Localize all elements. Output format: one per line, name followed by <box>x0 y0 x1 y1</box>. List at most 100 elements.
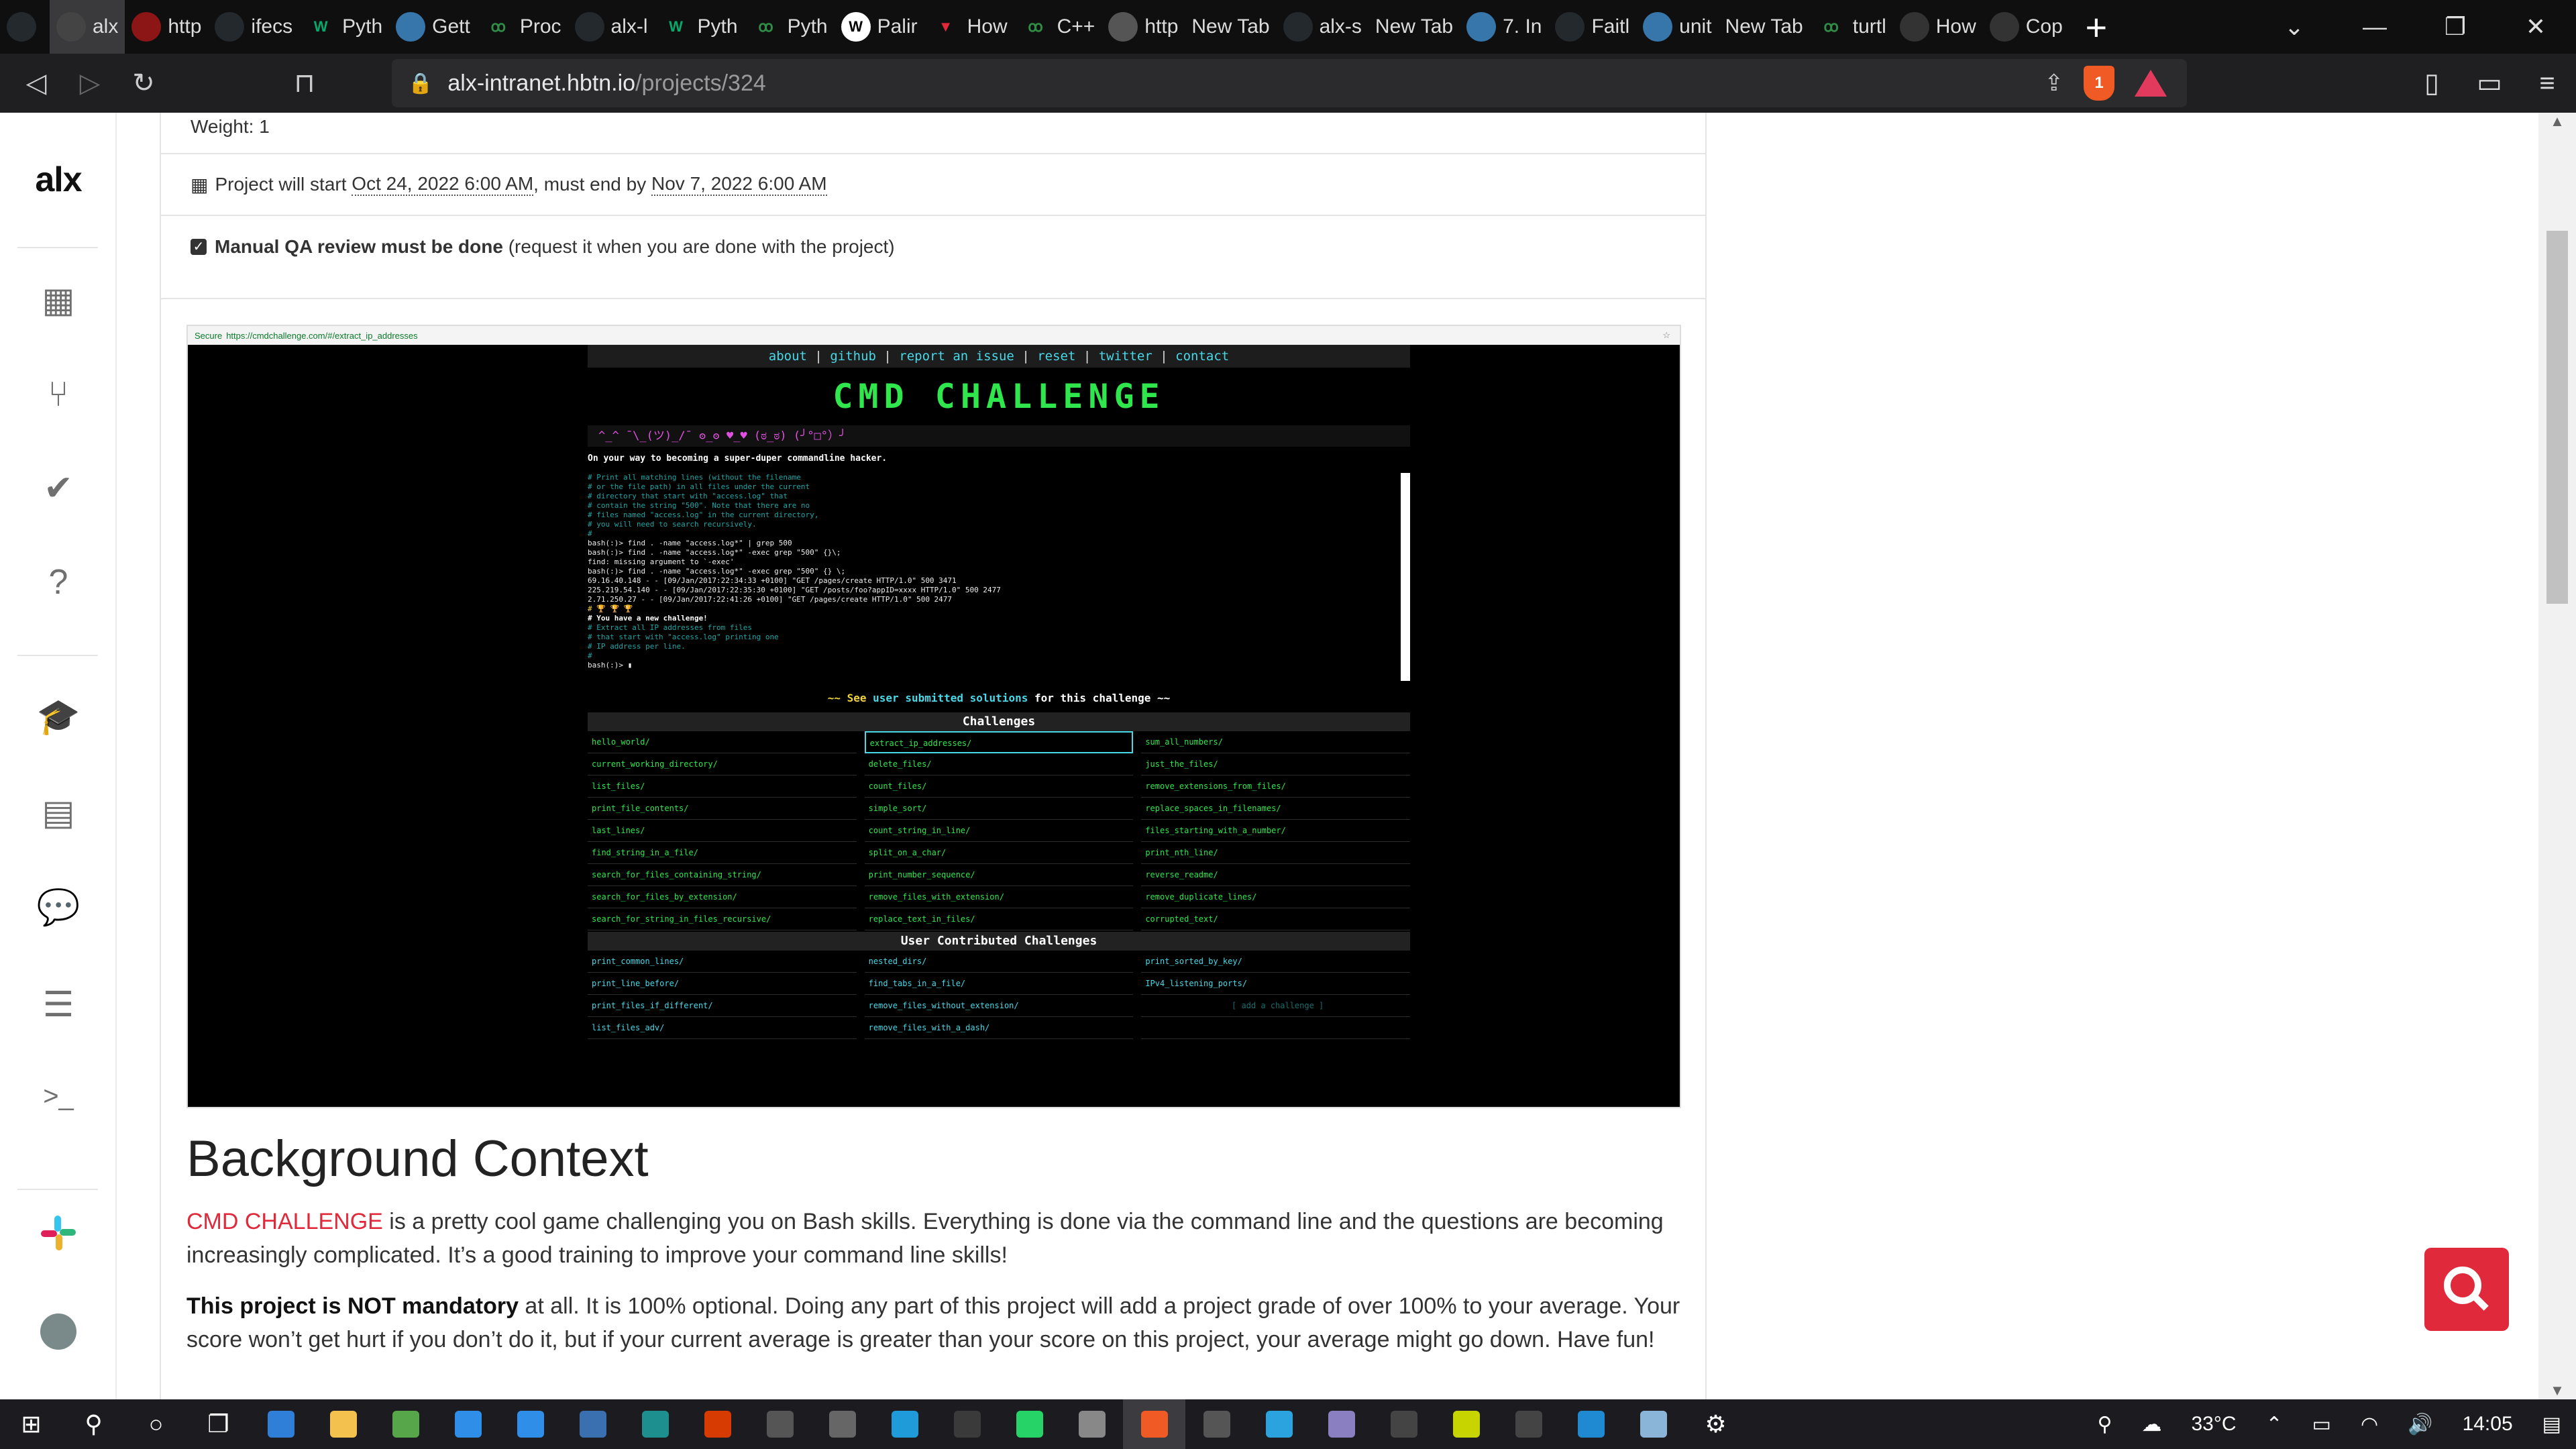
help-icon[interactable]: ? <box>0 562 117 602</box>
weather-temp[interactable]: 33°C <box>2176 1413 2251 1436</box>
browser-tab[interactable]: alx-l <box>568 0 655 54</box>
address-bar[interactable]: 🔒 alx-intranet.hbtn.io/projects/324 ⇪ 1 <box>392 59 2187 107</box>
browser-tab[interactable]: Gett <box>389 0 477 54</box>
app-icon[interactable] <box>561 1399 624 1449</box>
app-icon[interactable] <box>437 1399 499 1449</box>
keyboard-icon[interactable] <box>811 1399 873 1449</box>
browser-tab[interactable]: unit <box>1636 0 1718 54</box>
browser-tab[interactable]: How <box>1893 0 1983 54</box>
restore-button[interactable]: ❐ <box>2415 13 2496 41</box>
notepad-icon[interactable] <box>1622 1399 1684 1449</box>
document-icon[interactable]: ▤ <box>0 793 117 833</box>
terminal-icon[interactable]: >_ <box>0 1081 117 1112</box>
browser-tab[interactable]: New Tab <box>1185 0 1276 54</box>
battery-icon[interactable]: ▭ <box>2298 1413 2346 1436</box>
file-explorer-icon[interactable] <box>312 1399 374 1449</box>
app-icon[interactable] <box>936 1399 998 1449</box>
browser-tab[interactable]: ▼ How <box>924 0 1014 54</box>
browser-tab[interactable]: Faitl <box>1548 0 1636 54</box>
task-view-icon[interactable]: ❐ <box>187 1399 250 1449</box>
back-button[interactable]: ◁ <box>9 68 63 99</box>
search-button[interactable] <box>2424 1248 2509 1331</box>
tray-chevron-icon[interactable]: ⌃ <box>2251 1413 2298 1436</box>
sidebar-toggle-icon[interactable]: ▯ <box>2403 68 2461 99</box>
app-icon[interactable] <box>1310 1399 1373 1449</box>
search-icon[interactable]: ⚲ <box>62 1399 125 1449</box>
brave-icon[interactable] <box>1123 1399 1185 1449</box>
obs-icon[interactable] <box>1373 1399 1435 1449</box>
browser-tab[interactable]: 7. In <box>1460 0 1548 54</box>
browser-tab[interactable]: W Pyth <box>299 0 389 54</box>
brave-rewards-icon[interactable] <box>2135 70 2167 97</box>
windows-start-icon[interactable]: ⊞ <box>0 1399 62 1449</box>
branch-icon[interactable]: ⑂ <box>0 374 117 415</box>
app-icon[interactable] <box>1185 1399 1248 1449</box>
browser-tab[interactable]: ꝏ Pyth <box>745 0 835 54</box>
app-icon[interactable] <box>374 1399 437 1449</box>
cortana-icon[interactable]: ○ <box>125 1399 187 1449</box>
app-icon[interactable] <box>749 1399 811 1449</box>
challenge-item: remove_files_with_a_dash/ <box>864 1017 1134 1039</box>
qa-row: ✓ Manual QA review must be done (request… <box>161 216 1705 278</box>
vscode-icon[interactable] <box>1560 1399 1622 1449</box>
browser-tab[interactable]: ꝏ turtl <box>1810 0 1893 54</box>
volume-icon[interactable]: 🔊 <box>2393 1413 2447 1436</box>
telegram-icon[interactable] <box>1248 1399 1310 1449</box>
wallet-icon[interactable]: ▭ <box>2461 68 2518 99</box>
scroll-thumb[interactable] <box>2546 231 2568 604</box>
browser-tab[interactable]: ꝏ C++ <box>1014 0 1102 54</box>
store-icon[interactable] <box>250 1399 312 1449</box>
avatar[interactable] <box>0 1313 117 1350</box>
bookmark-icon[interactable]: ⊓ <box>278 68 331 99</box>
notifications-icon[interactable]: ▤ <box>2528 1413 2576 1436</box>
check-icon[interactable]: ✔ <box>0 468 117 508</box>
edge-icon[interactable] <box>873 1399 936 1449</box>
tab-search-chevron-icon[interactable]: ⌄ <box>2254 13 2334 41</box>
browser-tab[interactable]: Cop <box>1983 0 2070 54</box>
browser-tab[interactable]: New Tab <box>1719 0 1810 54</box>
terminal-icon[interactable] <box>1497 1399 1560 1449</box>
graduation-cap-icon[interactable]: 🎓 <box>0 696 117 737</box>
browser-tab[interactable]: ꝏ Proc <box>477 0 568 54</box>
people-icon[interactable]: ⚲ <box>2083 1413 2127 1436</box>
whatsapp-icon[interactable] <box>998 1399 1061 1449</box>
chat-icon[interactable]: 💬 <box>0 887 117 928</box>
cmd-challenge-link[interactable]: CMD CHALLENGE <box>186 1209 383 1234</box>
minimize-button[interactable]: — <box>2334 13 2415 41</box>
close-window-button[interactable]: ✕ <box>2496 13 2576 41</box>
scroll-up-arrow-icon[interactable]: ▲ <box>2538 113 2576 130</box>
browser-tab[interactable]: W Palir <box>835 0 924 54</box>
share-icon[interactable]: ⇪ <box>2045 70 2064 97</box>
clock[interactable]: 14:05 <box>2448 1413 2528 1436</box>
forward-button[interactable]: ▷ <box>63 68 117 99</box>
wifi-icon[interactable]: ◠ <box>2346 1413 2393 1436</box>
browser-tab[interactable]: W Pyth <box>655 0 745 54</box>
slack-icon[interactable] <box>1061 1399 1123 1449</box>
calendar-icon[interactable]: ▦ <box>0 280 117 321</box>
office-icon[interactable] <box>686 1399 749 1449</box>
new-tab-button[interactable]: + <box>2070 5 2123 49</box>
secure-label: Secure <box>195 330 223 341</box>
mail-icon[interactable] <box>499 1399 561 1449</box>
brave-shields-icon[interactable]: 1 <box>2084 66 2114 101</box>
server-icon[interactable]: ☰ <box>0 985 117 1025</box>
browser-tab[interactable]: alx <box>50 0 125 54</box>
menu-icon[interactable]: ≡ <box>2518 68 2576 99</box>
github-icon <box>574 12 604 42</box>
alx-logo[interactable]: alx <box>0 160 117 200</box>
scroll-down-arrow-icon[interactable]: ▼ <box>2538 1382 2576 1399</box>
browser-tab[interactable]: New Tab <box>1368 0 1460 54</box>
page-scrollbar[interactable]: ▲ ▼ <box>2538 113 2576 1399</box>
slack-icon[interactable] <box>0 1213 117 1262</box>
weather-icon[interactable]: ☁ <box>2127 1413 2176 1436</box>
pycharm-icon[interactable] <box>1435 1399 1497 1449</box>
challenge-item: find_string_in_a_file/ <box>588 842 857 864</box>
browser-tab[interactable]: http <box>125 0 208 54</box>
browser-tab[interactable]: http <box>1102 0 1185 54</box>
browser-tab[interactable]: ifecs <box>208 0 299 54</box>
reload-button[interactable]: ↻ <box>117 68 170 99</box>
browser-tab[interactable] <box>0 0 50 54</box>
settings-icon[interactable]: ⚙ <box>1684 1399 1747 1449</box>
browser-tab[interactable]: alx-s <box>1277 0 1368 54</box>
app-icon[interactable] <box>624 1399 686 1449</box>
